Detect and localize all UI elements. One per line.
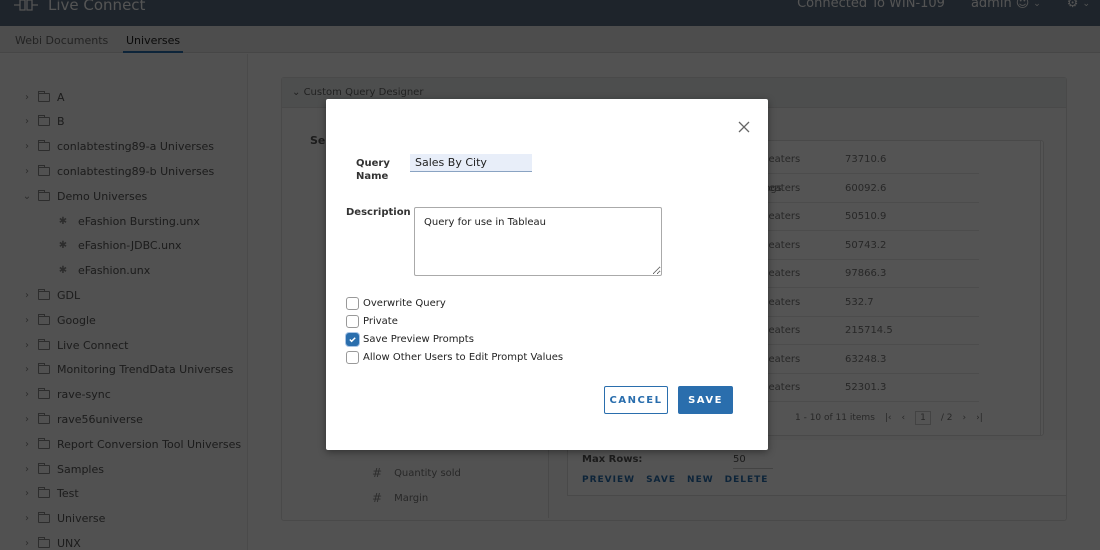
checkbox-label: Save Preview Prompts (363, 334, 474, 345)
checkbox-box[interactable] (346, 297, 359, 310)
description-textarea[interactable]: Query for use in Tableau (414, 207, 662, 276)
checkbox-box[interactable] (346, 315, 359, 328)
checkbox-label: Private (363, 316, 398, 327)
save-preview-prompts-checkbox[interactable]: Save Preview Prompts (346, 333, 474, 346)
save-button[interactable]: SAVE (678, 386, 733, 414)
description-label: Description (346, 207, 411, 218)
checkbox-label: Overwrite Query (363, 298, 446, 309)
cancel-button[interactable]: CANCEL (604, 386, 668, 414)
private-checkbox[interactable]: Private (346, 315, 398, 328)
checkmark-icon (349, 337, 356, 343)
close-icon[interactable] (736, 119, 752, 135)
checkbox-label: Allow Other Users to Edit Prompt Values (363, 352, 564, 363)
save-query-dialog: Query Name Description Query for use in … (326, 99, 768, 450)
allow-edit-prompt-values-checkbox[interactable]: Allow Other Users to Edit Prompt Values (346, 351, 563, 364)
checkbox-box[interactable] (346, 351, 359, 364)
query-name-label: Query Name (356, 157, 390, 183)
query-name-label-line2: Name (356, 171, 389, 182)
query-name-input[interactable] (410, 154, 532, 172)
overwrite-query-checkbox[interactable]: Overwrite Query (346, 297, 446, 310)
query-name-label-line1: Query (356, 158, 390, 169)
checkbox-box[interactable] (346, 333, 359, 346)
